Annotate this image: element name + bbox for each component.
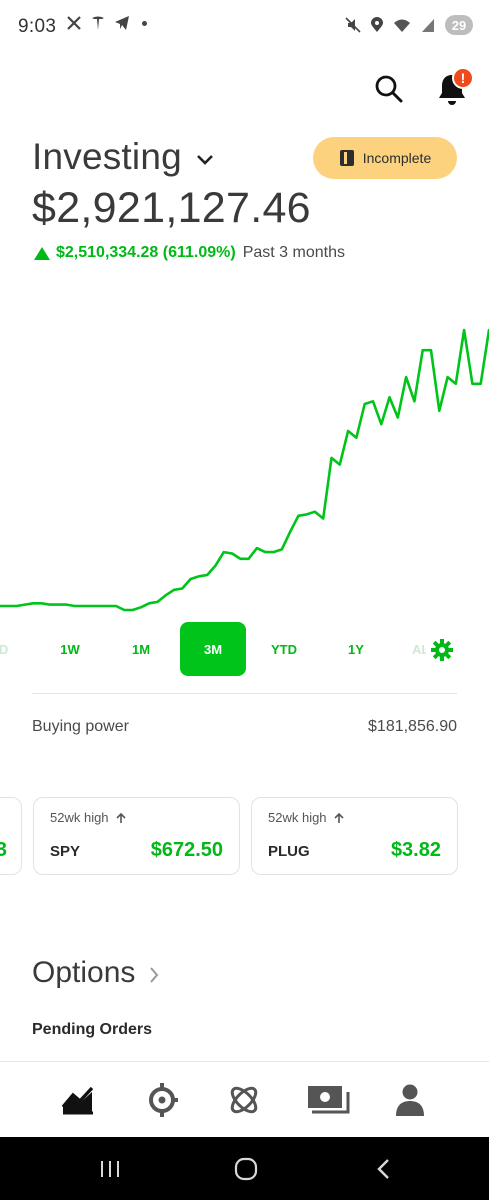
divider [32, 693, 457, 694]
tab-1w[interactable]: 1W [48, 622, 92, 676]
card-label: 52wk high [268, 810, 345, 825]
stock-card-partial[interactable]: 3 [0, 797, 22, 875]
status-system-icons: 29 [345, 15, 473, 35]
profile-icon [396, 1084, 424, 1116]
options-title: Options [32, 956, 136, 989]
notification-badge: ! [452, 67, 474, 89]
incomplete-label: Incomplete [362, 150, 432, 166]
nav-investing[interactable] [58, 1080, 98, 1120]
options-link[interactable]: Options [32, 956, 159, 990]
gear-icon[interactable] [431, 639, 453, 661]
x-app-icon [67, 16, 81, 30]
change-value: $2,510,334.28 (611.09%) [56, 244, 236, 261]
investing-chart-icon [61, 1086, 94, 1115]
nav-strategies[interactable] [224, 1080, 264, 1120]
crypto-icon [149, 1083, 178, 1117]
up-arrow-icon [34, 246, 50, 260]
chevron-down-icon [196, 155, 213, 165]
system-nav-bar [0, 1137, 489, 1200]
wifi-icon [394, 19, 410, 32]
status-bar: 9:03 29 [0, 0, 489, 56]
battery-level: 29 [451, 17, 467, 33]
chevron-right-icon [150, 967, 159, 983]
card-symbol: SPY [50, 843, 81, 860]
card-label: 52wk high [50, 810, 127, 825]
tab-all-label: ALL [412, 641, 426, 657]
card-symbol: PLUG [268, 843, 310, 860]
status-time: 9:03 [18, 16, 57, 37]
stock-card-spy[interactable]: 52wk high SPY $672.50 [33, 797, 240, 875]
portfolio-line [0, 328, 489, 612]
signal-icon [422, 19, 434, 32]
home-icon[interactable] [234, 1157, 258, 1181]
money-icon [308, 1086, 350, 1114]
status-notification-icons [66, 15, 147, 31]
tab-1y[interactable]: 1Y [334, 622, 378, 676]
stock-card-plug[interactable]: 52wk high PLUG $3.82 [251, 797, 458, 875]
page-title: Investing [32, 136, 182, 177]
tab-ytd[interactable]: YTD [262, 622, 306, 676]
tab-1m-label: 1M [131, 641, 151, 657]
buying-power-value: $181,856.90 [368, 718, 457, 735]
tab-3m-label: 3M [203, 641, 223, 657]
mute-icon [345, 17, 361, 33]
notification-badge-label: ! [460, 70, 466, 86]
arrow-up-icon [115, 812, 126, 823]
tab-1d[interactable]: 1D [0, 622, 8, 676]
card-label-text: 52wk high [268, 810, 327, 825]
telegram-icon [115, 16, 129, 30]
recent-apps-icon[interactable] [99, 1157, 121, 1181]
incomplete-button[interactable]: Incomplete [313, 137, 457, 179]
tab-1w-label: 1W [60, 641, 80, 657]
arrow-up-icon [333, 812, 344, 823]
pending-orders-heading: Pending Orders [32, 1021, 153, 1038]
search-icon[interactable] [374, 74, 404, 104]
nav-account[interactable] [390, 1080, 430, 1120]
card-price: $672.50 [150, 839, 223, 861]
portfolio-change: $2,510,334.28 (611.09%) Past 3 months [34, 244, 345, 262]
account-selector[interactable]: Investing [32, 136, 214, 178]
card-price: $3.82 [390, 839, 441, 861]
tab-1d-label: 1D [0, 641, 9, 657]
more-notifications-dot [142, 20, 147, 26]
tesla-icon [92, 16, 104, 30]
battery-indicator: 29 [445, 15, 473, 35]
tab-1m[interactable]: 1M [119, 622, 163, 676]
atom-icon [230, 1086, 258, 1114]
tab-3m[interactable]: 3M [180, 622, 246, 676]
nav-crypto[interactable] [142, 1080, 182, 1120]
portfolio-value: $2,921,127.46 [32, 184, 311, 232]
card-label-text: 52wk high [50, 810, 109, 825]
buying-power-row[interactable]: Buying power $181,856.90 [32, 718, 457, 736]
location-icon [371, 17, 383, 32]
bottom-nav [0, 1061, 489, 1137]
back-icon[interactable] [374, 1157, 392, 1181]
tab-ytd-label: YTD [271, 641, 297, 657]
tab-1y-label: 1Y [348, 641, 364, 657]
buying-power-label: Buying power [32, 718, 129, 735]
nav-transfers[interactable] [306, 1080, 350, 1120]
change-period: Past 3 months [242, 244, 345, 261]
tab-all[interactable]: ALL [412, 622, 426, 676]
card-partial-price: 3 [0, 839, 7, 861]
portfolio-chart[interactable] [0, 310, 489, 620]
range-tabs: 1D 1W 1M 3M YTD 1Y ALL [0, 622, 489, 678]
checklist-icon [339, 150, 354, 166]
